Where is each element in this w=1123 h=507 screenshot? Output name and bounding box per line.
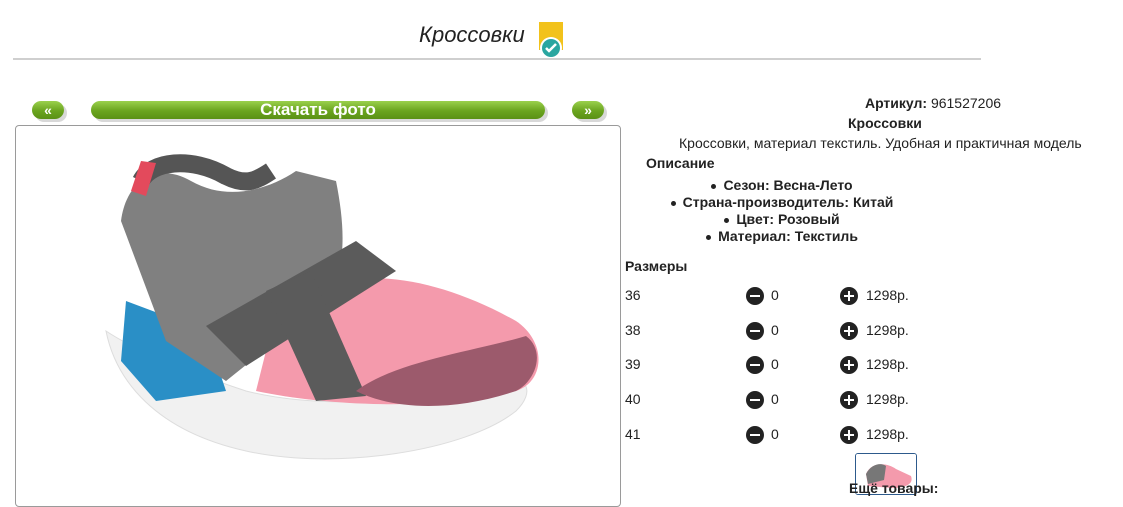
price-value: 1298р.	[866, 426, 909, 442]
minus-icon[interactable]	[746, 391, 764, 409]
header: Кроссовки	[0, 8, 990, 60]
quantity-value: 0	[771, 322, 779, 338]
price-value: 1298р.	[866, 322, 909, 338]
size-value: 36	[625, 287, 641, 303]
minus-icon[interactable]	[746, 356, 764, 374]
more-products-label: Ещё товары:	[849, 480, 939, 496]
product-description: Кроссовки, материал текстиль. Удобная и …	[679, 135, 1082, 151]
size-value: 40	[625, 391, 641, 407]
quantity-value: 0	[771, 426, 779, 442]
size-value: 41	[625, 426, 641, 442]
product-photo-frame	[15, 125, 621, 507]
plus-icon[interactable]	[840, 391, 858, 409]
description-heading: Описание	[646, 155, 715, 171]
minus-icon[interactable]	[746, 287, 764, 305]
quantity-value: 0	[771, 391, 779, 407]
size-value: 39	[625, 356, 641, 372]
plus-icon[interactable]	[840, 322, 858, 340]
plus-icon[interactable]	[840, 287, 858, 305]
article-label: Артикул:	[864, 95, 928, 111]
quantity-value: 0	[771, 356, 779, 372]
size-row: 40 0 1298р.	[625, 391, 955, 411]
plus-icon[interactable]	[840, 426, 858, 444]
feature-item: Цвет: Розовый	[642, 211, 922, 228]
product-name: Кроссовки	[848, 115, 922, 131]
header-divider	[13, 58, 981, 60]
article-line: Артикул: 961527206	[818, 95, 1048, 111]
plus-icon[interactable]	[840, 356, 858, 374]
sizes-heading: Размеры	[625, 258, 688, 274]
prev-photo-button[interactable]: «	[32, 101, 64, 119]
price-value: 1298р.	[866, 287, 909, 303]
feature-item: Сезон: Весна-Лето	[642, 177, 922, 194]
minus-icon[interactable]	[746, 426, 764, 444]
size-row: 38 0 1298р.	[625, 322, 955, 342]
price-value: 1298р.	[866, 391, 909, 407]
feature-item: Страна-производитель: Китай	[642, 194, 922, 211]
verified-badge-icon	[539, 22, 563, 59]
bullet-icon	[724, 217, 730, 223]
size-value: 38	[625, 322, 641, 338]
next-photo-button[interactable]: »	[572, 101, 604, 119]
minus-icon[interactable]	[746, 322, 764, 340]
bullet-icon	[670, 200, 676, 206]
bullet-icon	[711, 183, 717, 189]
download-photo-button[interactable]: Скачать фото	[91, 101, 545, 119]
product-photo	[105, 154, 539, 460]
feature-list: Сезон: Весна-Лето Страна-производитель: …	[642, 177, 922, 245]
feature-item: Материал: Текстиль	[642, 228, 922, 245]
quantity-value: 0	[771, 287, 779, 303]
size-row: 36 0 1298р.	[625, 287, 955, 307]
bullet-icon	[706, 234, 712, 240]
price-value: 1298р.	[866, 356, 909, 372]
page-title: Кроссовки	[419, 22, 525, 47]
article-value: 961527206	[930, 95, 1002, 111]
size-row: 39 0 1298р.	[625, 356, 955, 376]
size-row: 41 0 1298р.	[625, 426, 955, 446]
